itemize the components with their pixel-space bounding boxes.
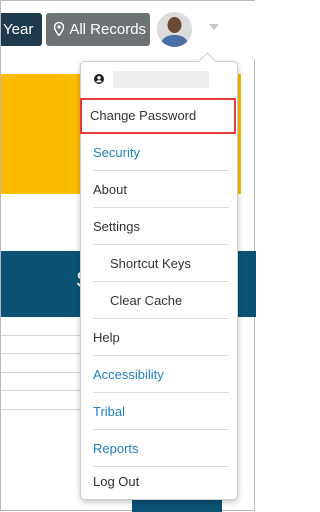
menu-divider: [93, 281, 229, 282]
year-button[interactable]: Year: [1, 13, 42, 46]
top-bar: Year All Records: [1, 1, 256, 59]
menu-item-shortcut-keys[interactable]: Shortcut Keys: [83, 246, 237, 282]
menu-item-about[interactable]: About: [83, 172, 237, 208]
user-avatar[interactable]: [157, 12, 192, 47]
menu-item-help[interactable]: Help: [83, 320, 237, 356]
menu-item-label: Security: [93, 145, 140, 160]
menu-divider: [93, 244, 229, 245]
menu-item-label: Shortcut Keys: [110, 256, 191, 271]
avatar-photo: [157, 12, 192, 47]
menu-item-accessibility[interactable]: Accessibility: [83, 357, 237, 393]
menu-item-tribal[interactable]: Tribal: [83, 394, 237, 430]
yellow-banner-edge: [238, 74, 241, 194]
table-row: [1, 373, 81, 391]
background-table: [1, 317, 81, 410]
chevron-down-icon[interactable]: [209, 24, 219, 30]
menu-item-security[interactable]: Security: [83, 135, 237, 171]
menu-item-clear-cache[interactable]: Clear Cache: [83, 283, 237, 319]
menu-item-label: Settings: [93, 219, 140, 234]
menu-item-label: About: [93, 182, 127, 197]
menu-divider: [93, 170, 229, 171]
menu-item-label: Help: [93, 330, 120, 345]
menu-item-reports[interactable]: Reports: [83, 431, 237, 467]
table-row: [1, 354, 81, 373]
menu-item-label: Log Out: [93, 474, 140, 489]
table-row: [1, 391, 81, 410]
menu-item-label: Change Password: [90, 108, 197, 123]
menu-divider: [93, 207, 229, 208]
menu-item-settings[interactable]: Settings: [83, 209, 237, 245]
user-dropdown-menu: Change Password Security About Settings Shor…: [80, 52, 238, 500]
menu-item-label: Tribal: [93, 404, 126, 419]
table-row: [1, 317, 81, 336]
menu-item-label: Clear Cache: [110, 293, 183, 308]
menu-item-label: Reports: [93, 441, 139, 456]
year-button-label: Year: [3, 21, 34, 38]
all-records-label: All Records: [69, 21, 147, 38]
user-name-redacted: [113, 71, 209, 88]
user-info-row: [81, 62, 237, 98]
menu-item-change-password[interactable]: Change Password: [80, 98, 236, 134]
menu-divider: [93, 318, 229, 319]
yellow-banner: [1, 74, 81, 194]
menu-divider: [93, 429, 229, 430]
menu-divider: [93, 355, 229, 356]
map-pin-icon: [53, 21, 65, 37]
table-row: [1, 336, 81, 354]
user-icon: [94, 74, 104, 84]
all-records-button[interactable]: All Records: [46, 13, 150, 46]
menu-item-log-out[interactable]: Log Out: [83, 464, 237, 500]
menu-divider: [93, 392, 229, 393]
menu-item-label: Accessibility: [93, 367, 164, 382]
